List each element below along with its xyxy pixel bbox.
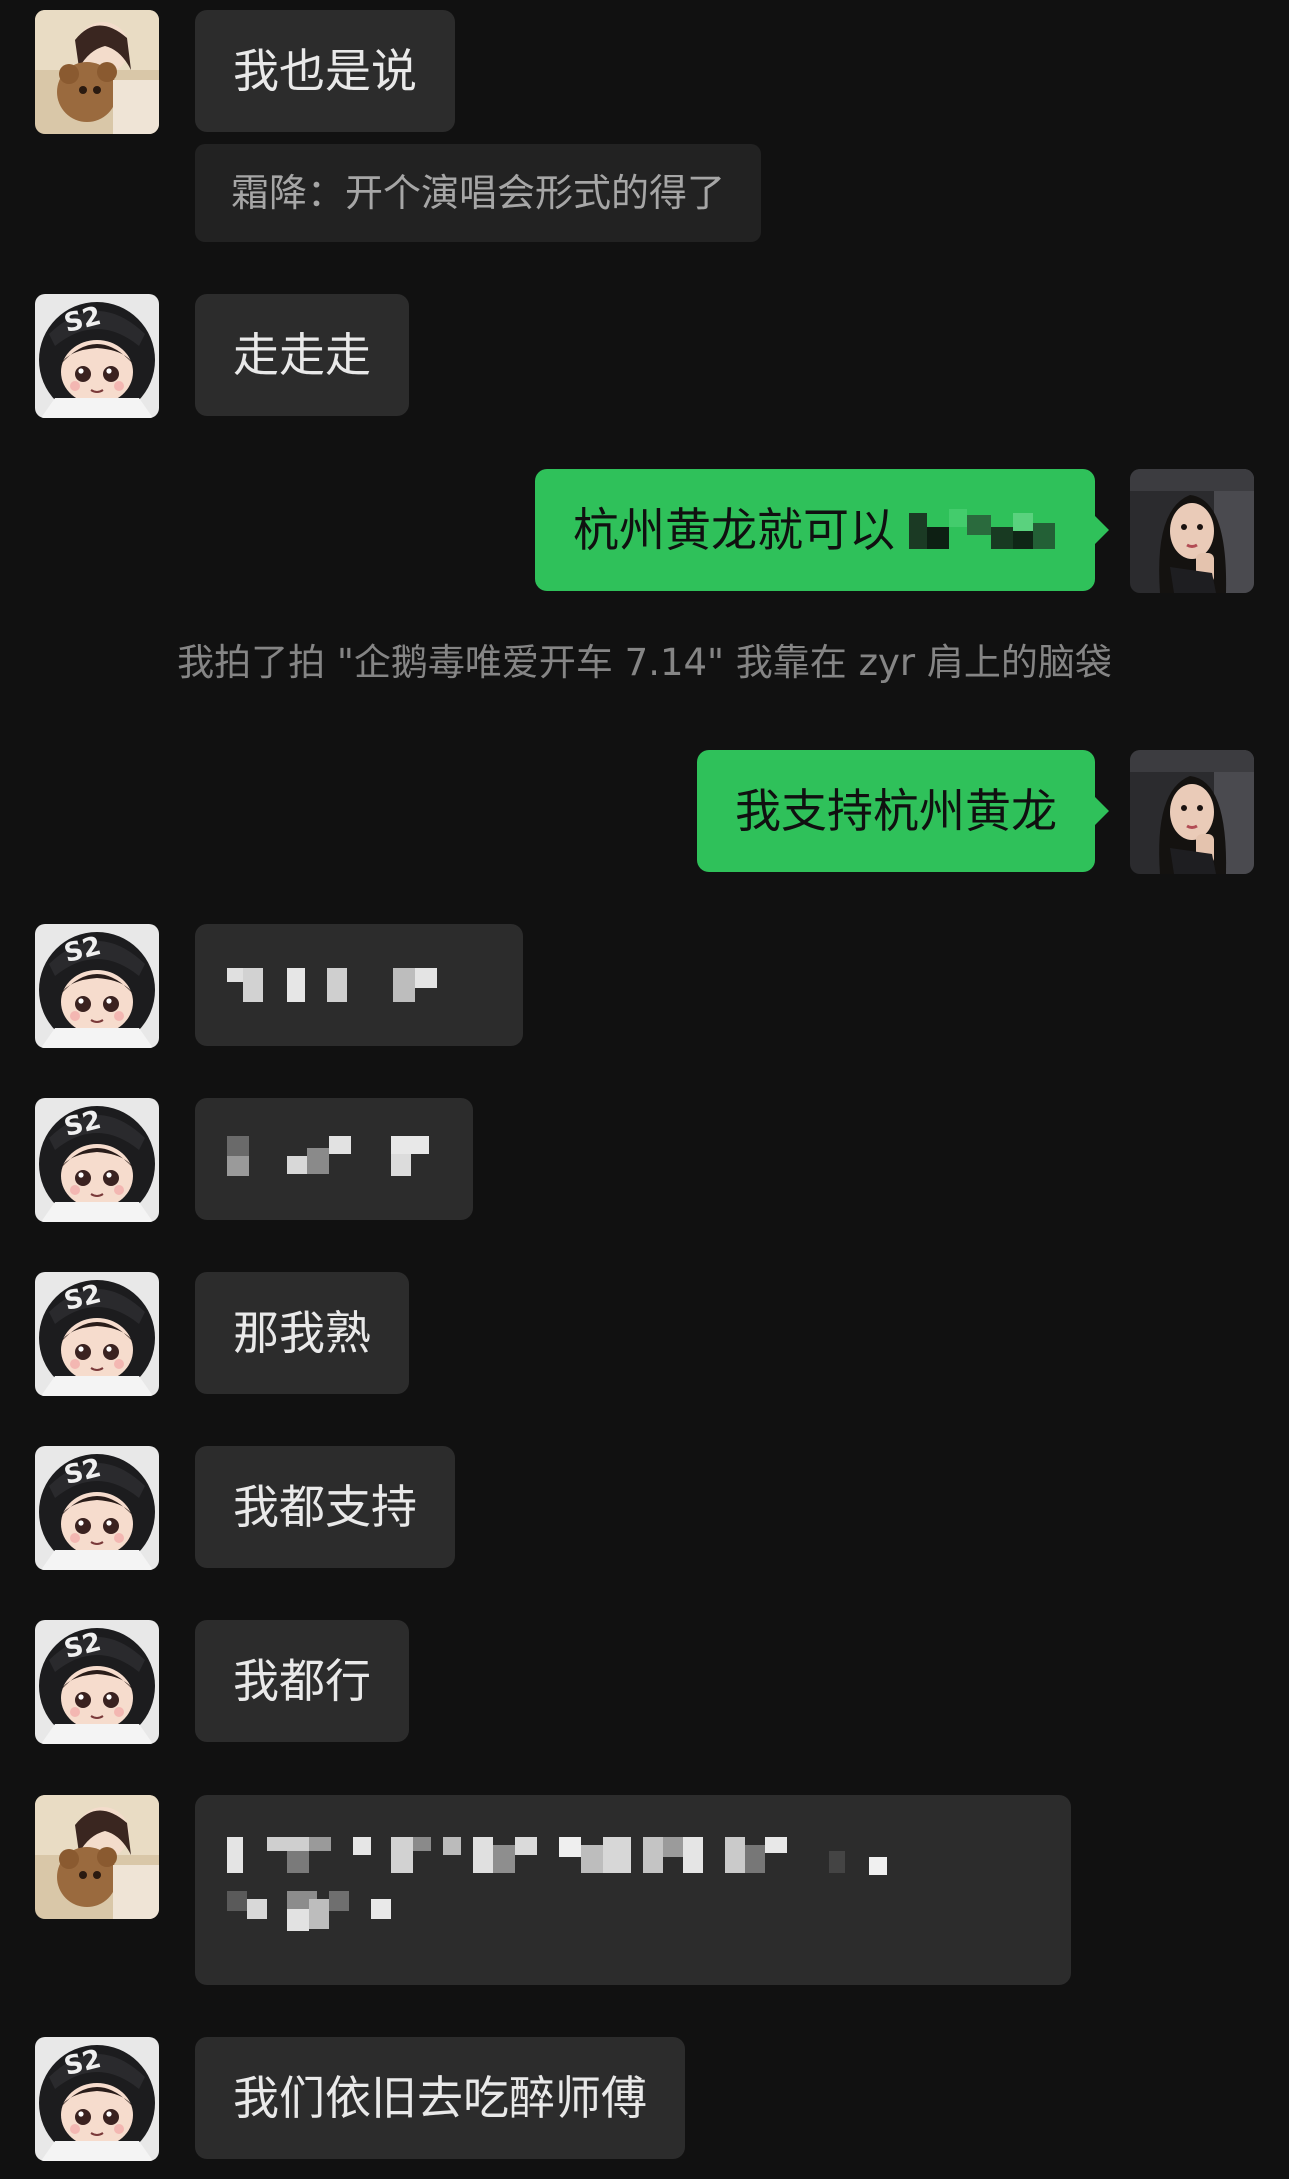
message-bubble[interactable]: 走走走 — [195, 294, 409, 416]
message-bubble[interactable]: 我们依旧去吃醉师傅 — [195, 2037, 685, 2159]
quoted-message-text: 霜降：开个演唱会形式的得了 — [231, 171, 726, 215]
avatar-helmet-icon[interactable] — [35, 294, 159, 418]
pixelated-emoji-icon — [909, 509, 1057, 551]
system-pat-notice: 我拍了拍 "企鹅毒唯爱开车 7.14" 我靠在 zyr 肩上的脑袋 — [177, 641, 1112, 684]
message-text: 杭州黄龙就可以 — [573, 503, 895, 557]
message-text: 我都支持 — [233, 1480, 417, 1534]
message-text: 我支持杭州黄龙 — [735, 784, 1057, 838]
censored-message-bubble[interactable] — [195, 924, 523, 1046]
avatar-helmet-icon[interactable] — [35, 1446, 159, 1570]
message-bubble[interactable]: 我都行 — [195, 1620, 409, 1742]
outgoing-message-bubble[interactable]: 我支持杭州黄龙 — [697, 750, 1109, 872]
censored-message-bubble[interactable] — [195, 1098, 473, 1220]
avatar-teddy-icon[interactable] — [35, 1795, 159, 1919]
outgoing-message-bubble[interactable]: 杭州黄龙就可以 — [535, 469, 1109, 591]
avatar-helmet-icon[interactable] — [35, 1272, 159, 1396]
message-bubble[interactable]: 那我熟 — [195, 1272, 409, 1394]
avatar-helmet-icon[interactable] — [35, 1620, 159, 1744]
quoted-message[interactable]: 霜降：开个演唱会形式的得了 — [195, 144, 762, 242]
avatar-self-icon[interactable] — [1130, 750, 1254, 874]
avatar-self-icon[interactable] — [1130, 469, 1254, 593]
message-text: 走走走 — [233, 328, 371, 382]
avatar-helmet-icon[interactable] — [35, 1098, 159, 1222]
message-bubble[interactable]: 我都支持 — [195, 1446, 455, 1568]
message-text: 我们依旧去吃醉师傅 — [233, 2071, 647, 2125]
message-bubble[interactable]: 我也是说 — [195, 10, 455, 132]
message-text: 那我熟 — [233, 1306, 371, 1360]
message-text: 我也是说 — [233, 44, 417, 98]
censored-message-bubble[interactable] — [195, 1795, 1071, 1985]
avatar-helmet-icon[interactable] — [35, 924, 159, 1048]
avatar-helmet-icon[interactable] — [35, 2037, 159, 2161]
message-text: 我都行 — [233, 1654, 371, 1708]
avatar-teddy-icon[interactable] — [35, 10, 159, 134]
